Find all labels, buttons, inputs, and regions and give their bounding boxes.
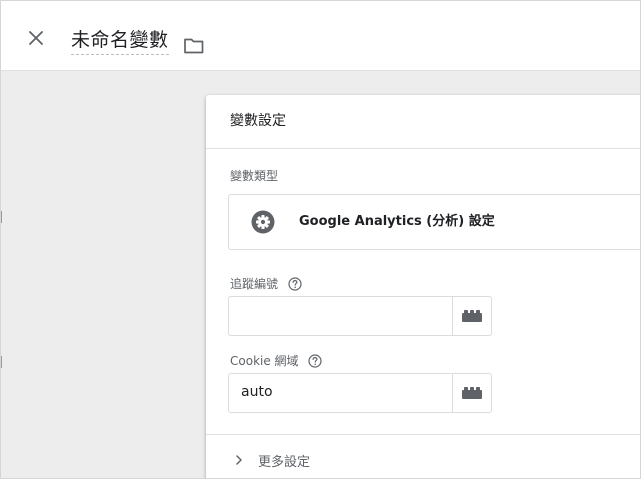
variable-type-label: 變數類型: [230, 169, 279, 183]
chevron-right-icon: [236, 455, 242, 465]
app-window: 未命名變數 變數設定 變數類型 Google Analytics (分析) 設定…: [0, 0, 641, 479]
card-title: 變數設定: [230, 113, 286, 129]
edge-marker: [1, 356, 2, 368]
lego-brick-icon: [462, 387, 482, 399]
folder-icon[interactable]: [183, 36, 205, 56]
lego-brick-icon: [462, 310, 482, 322]
more-settings-label: 更多設定: [258, 454, 311, 470]
tracking-id-label: 追蹤編號: [230, 276, 302, 292]
variable-name-text[interactable]: 未命名變數: [71, 27, 169, 55]
tracking-id-group: [228, 296, 492, 336]
tracking-id-label-text: 追蹤編號: [230, 277, 279, 291]
cookie-domain-input[interactable]: [229, 374, 449, 410]
close-icon[interactable]: [25, 27, 47, 49]
tracking-id-variable-picker[interactable]: [452, 297, 491, 335]
help-icon[interactable]: [308, 354, 322, 368]
editor-header: 未命名變數: [1, 7, 640, 71]
variable-type-value: Google Analytics (分析) 設定: [299, 214, 495, 229]
variable-configuration-card: 變數設定 變數類型 Google Analytics (分析) 設定 追蹤編號 …: [206, 95, 640, 478]
variable-type-selector[interactable]: Google Analytics (分析) 設定: [228, 194, 640, 250]
cookie-domain-variable-picker[interactable]: [452, 374, 491, 412]
gear-icon: [251, 210, 275, 234]
cookie-domain-label: Cookie 網域: [230, 353, 322, 369]
more-settings-divider: [206, 434, 640, 435]
edge-marker: [1, 211, 2, 223]
variable-name-field[interactable]: 未命名變數: [71, 27, 169, 57]
tracking-id-input[interactable]: [229, 297, 449, 333]
help-icon[interactable]: [288, 277, 302, 291]
card-divider: [206, 148, 640, 149]
cookie-domain-label-text: Cookie 網域: [230, 354, 299, 368]
more-settings-toggle[interactable]: 更多設定: [232, 450, 310, 470]
cookie-domain-group: [228, 373, 492, 413]
